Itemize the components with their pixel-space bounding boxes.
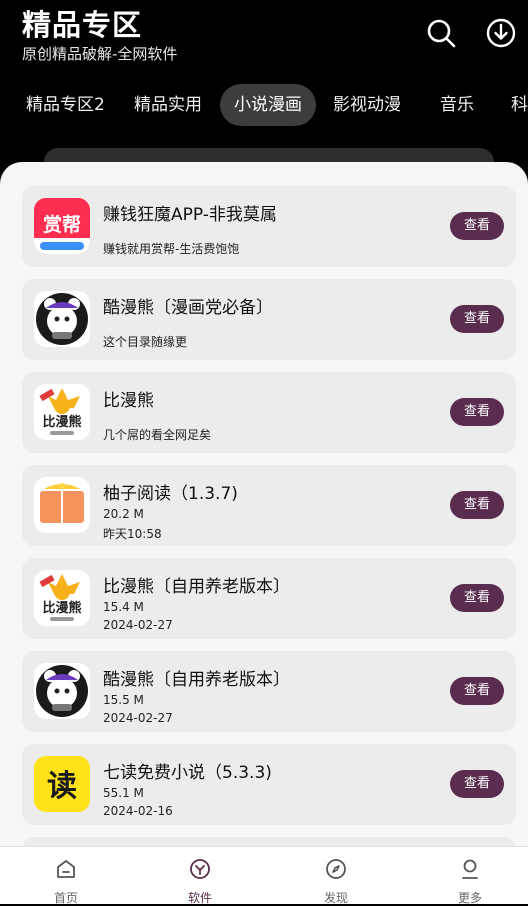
app-size: 15.5 M: [103, 693, 144, 707]
tab-film-anime[interactable]: 影视动漫: [333, 84, 401, 126]
shangbang-icon: 赏帮: [34, 198, 90, 254]
list-item[interactable]: 读 七读免费小说（5.3.3) 55.1 M 2024-02-16 查看: [22, 744, 516, 825]
search-icon[interactable]: [424, 16, 458, 50]
list-item[interactable]: 比漫熊 比漫熊〔自用养老版本〕 15.4 M 2024-02-27 查看: [22, 558, 516, 639]
page-subtitle: 原创精品破解-全网软件: [22, 45, 178, 63]
view-button[interactable]: 查看: [450, 677, 504, 705]
app-size: 20.2 M: [103, 507, 144, 521]
bimanxiong-icon: 比漫熊: [34, 384, 90, 440]
tab-tech[interactable]: 科: [511, 84, 528, 126]
kumanxiong-icon: [34, 663, 90, 719]
app-name: 赚钱狂魔APP-非我莫属: [103, 205, 277, 225]
app-name: 七读免费小说（5.3.3): [103, 763, 272, 783]
tab-jingpin2[interactable]: 精品专区2: [26, 84, 105, 126]
kumanxiong-icon: [34, 291, 90, 347]
app-name: 柚子阅读（1.3.7): [103, 484, 238, 504]
svg-text:比漫熊: 比漫熊: [42, 414, 81, 430]
nav-label: 更多: [457, 891, 482, 905]
app-name: 酷漫熊〔自用养老版本〕: [103, 670, 290, 690]
nav-label: 发现: [323, 891, 348, 905]
app-date: 2024-02-27: [103, 618, 173, 632]
svg-text:读: 读: [47, 769, 77, 804]
tab-jingpin-shiyong[interactable]: 精品实用: [134, 84, 202, 126]
view-button[interactable]: 查看: [450, 305, 504, 333]
nav-more[interactable]: 更多: [430, 857, 510, 906]
tab-music[interactable]: 音乐: [440, 84, 474, 126]
download-icon[interactable]: [484, 16, 518, 50]
software-icon: [190, 859, 210, 879]
page-title: 精品专区: [22, 8, 143, 42]
tab-novel-comic[interactable]: 小说漫画: [220, 84, 316, 126]
app-name: 比漫熊: [103, 391, 154, 411]
app-date: 2024-02-27: [103, 711, 173, 725]
user-icon: [462, 859, 478, 879]
nav-label: 软件: [187, 891, 212, 905]
list-item[interactable]: 柚子阅读（1.3.7) 20.2 M 昨天10:58 查看: [22, 465, 516, 546]
view-button[interactable]: 查看: [450, 398, 504, 426]
list-item[interactable]: 酷漫熊〔漫画党必备〕 这个目录随缘更 查看: [22, 279, 516, 360]
nav-software[interactable]: 软件: [160, 857, 240, 906]
app-header: 精品专区 原创精品破解-全网软件: [0, 0, 528, 70]
view-button[interactable]: 查看: [450, 212, 504, 240]
app-list-sheet: 赏帮 赚钱狂魔APP-非我莫属 赚钱就用赏帮-生活费饱饱 查看 酷漫熊〔漫画党必…: [0, 162, 528, 903]
app-description: 几个屌的看全网足矣: [103, 428, 212, 442]
list-item[interactable]: 比漫熊 比漫熊 几个屌的看全网足矣 查看: [22, 372, 516, 453]
list-item[interactable]: 赏帮 赚钱狂魔APP-非我莫属 赚钱就用赏帮-生活费饱饱 查看: [22, 186, 516, 267]
app-date: 2024-02-16: [103, 804, 173, 818]
view-button[interactable]: 查看: [450, 491, 504, 519]
app-date: 昨天10:58: [103, 527, 162, 541]
nav-discover[interactable]: 发现: [296, 857, 376, 906]
view-button[interactable]: 查看: [450, 584, 504, 612]
app-size: 55.1 M: [103, 786, 144, 800]
bottom-nav: 首页 软件 发现 更多: [0, 846, 528, 906]
app-name: 比漫熊〔自用养老版本〕: [103, 577, 290, 597]
svg-text:比漫熊: 比漫熊: [42, 600, 81, 616]
app-description: 这个目录随缘更: [103, 335, 188, 349]
view-button[interactable]: 查看: [450, 770, 504, 798]
app-size: 15.4 M: [103, 600, 144, 614]
list-item[interactable]: 酷漫熊〔自用养老版本〕 15.5 M 2024-02-27 查看: [22, 651, 516, 732]
category-tabs: 精品专区2 精品实用 小说漫画 影视动漫 音乐 科: [0, 84, 528, 128]
home-icon: [57, 860, 75, 878]
bimanxiong-icon: 比漫熊: [34, 570, 90, 626]
app-description: 赚钱就用赏帮-生活费饱饱: [103, 242, 240, 256]
nav-home[interactable]: 首页: [26, 857, 106, 906]
compass-icon: [326, 859, 346, 879]
app-name: 酷漫熊〔漫画党必备〕: [103, 298, 273, 318]
book-icon: [34, 477, 90, 533]
nav-label: 首页: [53, 891, 78, 905]
svg-text:赏帮: 赏帮: [43, 213, 81, 236]
qidu-icon: 读: [34, 756, 90, 812]
